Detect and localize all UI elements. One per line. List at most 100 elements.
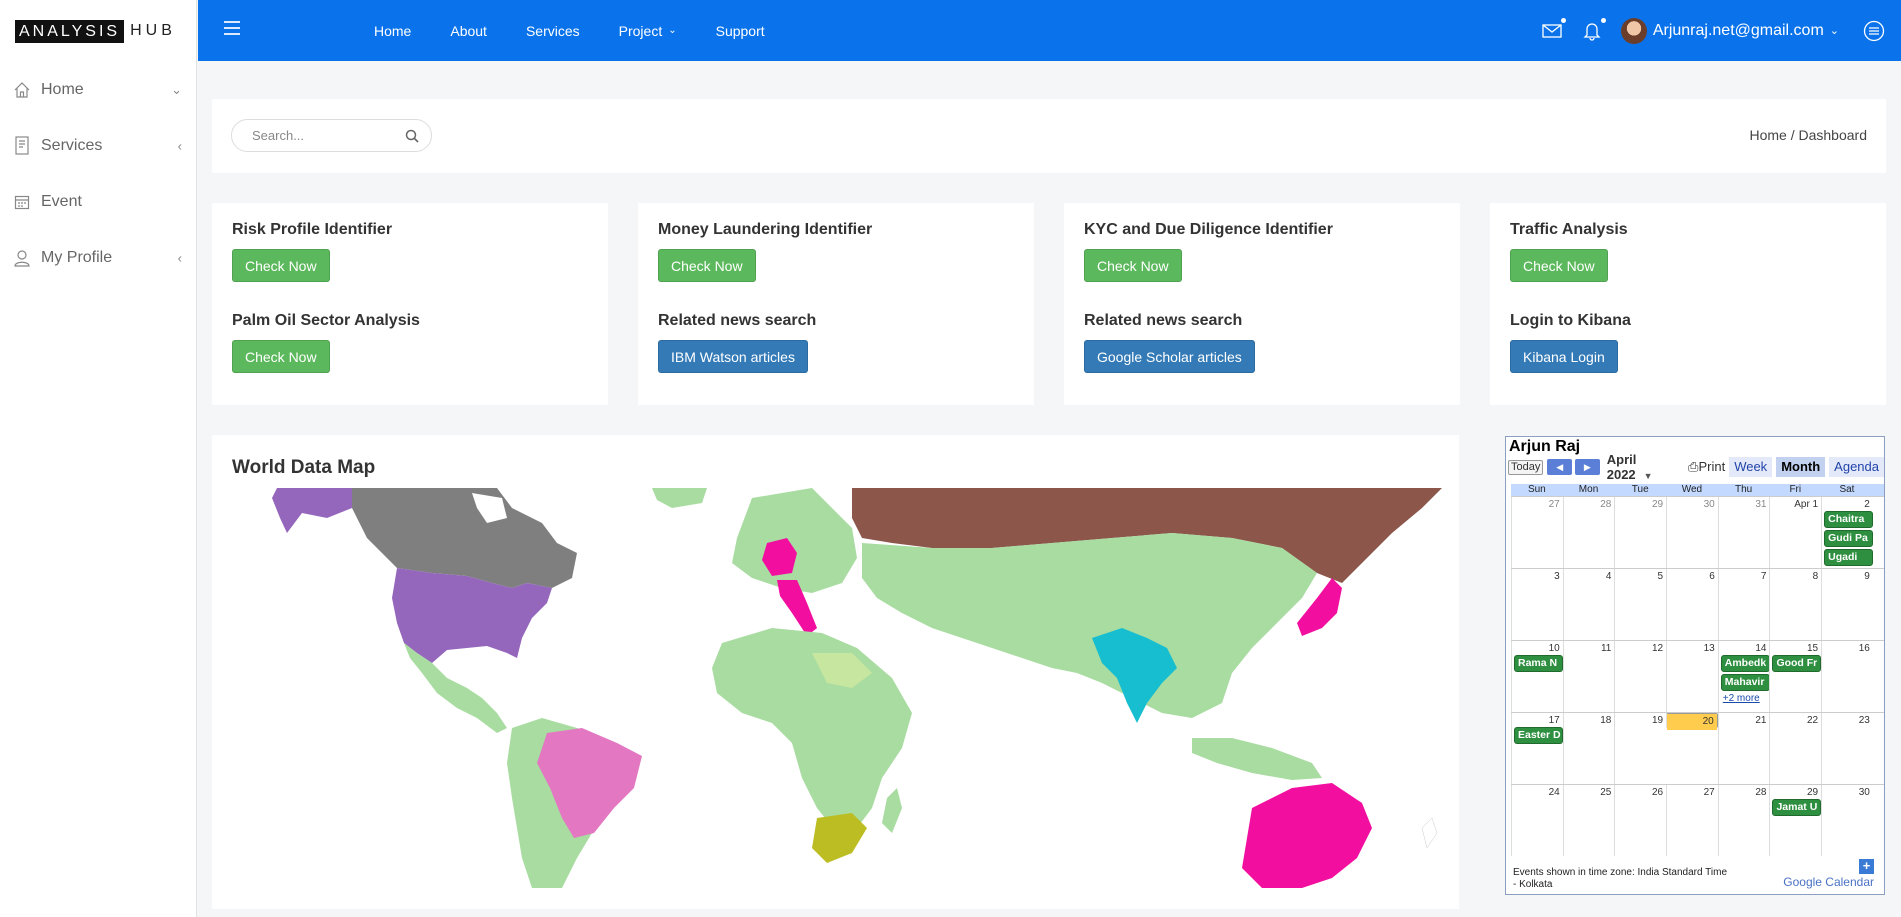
calendar-event[interactable]: Jamat U <box>1772 799 1822 816</box>
next-month-button[interactable]: ▶ <box>1575 459 1600 475</box>
calendar-day[interactable]: 11 <box>1562 641 1615 712</box>
calendar-event[interactable]: Good Fr <box>1772 655 1822 672</box>
kibana-login-button[interactable]: Kibana Login <box>1510 340 1618 373</box>
weekday: Sun <box>1527 484 1546 495</box>
calendar-day[interactable]: 27 <box>1511 497 1563 568</box>
sidebar-item-event[interactable]: Event <box>0 174 196 230</box>
user-icon <box>12 248 32 268</box>
day-number: 5 <box>1657 571 1664 582</box>
calendar-event[interactable]: Gudi Pa <box>1824 530 1874 547</box>
google-calendar-label: Google Calendar <box>1783 875 1874 889</box>
search-input[interactable] <box>252 128 402 143</box>
kyc-check-button[interactable]: Check Now <box>1084 249 1182 282</box>
day-number: 7 <box>1760 571 1767 582</box>
day-number: 18 <box>1600 715 1612 726</box>
calendar-day[interactable]: 12 <box>1614 641 1666 712</box>
day-number: 23 <box>1858 715 1870 726</box>
nav-project[interactable]: Project ⌄ <box>619 23 677 39</box>
sidebar-item-services[interactable]: Services ‹ <box>0 118 196 174</box>
calendar-day[interactable]: 13 <box>1666 641 1718 712</box>
tool-title: Related news search <box>658 312 817 329</box>
calendar-event[interactable]: Mahavir <box>1720 674 1770 691</box>
calendar-day[interactable]: 21 <box>1717 713 1770 784</box>
calendar-event[interactable]: Easter D <box>1514 727 1563 744</box>
calendar-day[interactable]: 30 <box>1666 497 1718 568</box>
calendar-day[interactable]: 17 Easter D <box>1511 713 1563 784</box>
menu-icon[interactable] <box>224 21 240 39</box>
nav-home[interactable]: Home <box>374 23 411 39</box>
world-map-card: World Data Map <box>212 435 1459 909</box>
sidebar-item-my-profile[interactable]: My Profile ‹ <box>0 230 196 286</box>
day-number: 22 <box>1807 715 1819 726</box>
sidebar-item-home[interactable]: Home ⌄ <box>0 62 196 118</box>
calendar-day[interactable]: 26 <box>1614 785 1666 856</box>
prev-month-button[interactable]: ◀ <box>1547 459 1573 475</box>
calendar-day[interactable]: 29 <box>1614 497 1666 568</box>
ibm-watson-button[interactable]: IBM Watson articles <box>658 340 808 373</box>
tab-month[interactable]: Month <box>1776 457 1826 477</box>
calendar-day[interactable]: 31 <box>1717 497 1770 568</box>
calendar-day[interactable]: 25 <box>1562 785 1615 856</box>
add-calendar-button[interactable]: + <box>1859 859 1874 874</box>
tab-agenda[interactable]: Agenda <box>1829 457 1884 477</box>
top-nav: Home About Services Project ⌄ Support <box>374 0 804 61</box>
calendar-event[interactable]: Chaitra <box>1824 511 1874 528</box>
calendar-day[interactable]: 16 <box>1821 641 1873 712</box>
google-calendar-logo[interactable]: Google Calendar <box>1783 875 1874 889</box>
calendar-day[interactable]: 3 <box>1511 569 1563 640</box>
calendar-week: 3 4 5 6 7 8 9 <box>1511 568 1884 640</box>
calendar-day[interactable]: 24 <box>1511 785 1563 856</box>
nav-support[interactable]: Support <box>716 23 765 39</box>
calendar-day[interactable]: 27 <box>1666 785 1718 856</box>
calendar-day[interactable]: 6 <box>1666 569 1718 640</box>
world-map[interactable] <box>232 488 1442 888</box>
tab-week[interactable]: Week <box>1729 457 1773 477</box>
calendar-day[interactable]: 19 <box>1614 713 1666 784</box>
bell-icon[interactable] <box>1581 17 1606 42</box>
calendar-day[interactable]: 22 <box>1769 713 1821 784</box>
today-button[interactable]: Today <box>1508 459 1544 475</box>
day-number: 29 <box>1651 499 1664 510</box>
traffic-check-button[interactable]: Check Now <box>1510 249 1608 282</box>
risk-profile-check-button[interactable]: Check Now <box>232 249 330 282</box>
calendar-day[interactable]: 28 <box>1717 785 1770 856</box>
palm-oil-check-button[interactable]: Check Now <box>232 340 330 373</box>
print-button[interactable]: ⎙Print <box>1688 459 1725 475</box>
calendar-event[interactable]: Ugadi <box>1824 549 1874 566</box>
calendar-day[interactable]: 15 Good Fr <box>1769 641 1822 712</box>
money-laundering-check-button[interactable]: Check Now <box>658 249 756 282</box>
search-icon[interactable] <box>405 129 419 148</box>
calendar-day[interactable]: 9 <box>1821 569 1873 640</box>
calendar-day[interactable]: 30 <box>1821 785 1873 856</box>
calendar-day[interactable]: 2 Chaitra Gudi Pa Ugadi <box>1821 497 1874 568</box>
calendar-owner: Arjun Raj <box>1509 438 1581 455</box>
mail-icon[interactable] <box>1541 17 1566 42</box>
calendar-day[interactable]: 29 Jamat U <box>1769 785 1822 856</box>
calendar-event[interactable]: Rama N <box>1514 655 1563 672</box>
logo[interactable]: ANALYSIS HUB <box>0 0 196 62</box>
map-region-asia <box>862 533 1317 718</box>
avatar[interactable] <box>1620 17 1647 44</box>
nav-about[interactable]: About <box>450 23 487 39</box>
calendar-day[interactable]: 7 <box>1717 569 1770 640</box>
calendar-day[interactable]: 8 <box>1769 569 1821 640</box>
calendar-day[interactable]: 4 <box>1562 569 1615 640</box>
calendar-day[interactable]: 18 <box>1562 713 1615 784</box>
calendar-day[interactable]: 28 <box>1562 497 1615 568</box>
calendar-day[interactable]: 14 Ambedk Mahavir +2 more <box>1717 641 1770 712</box>
month-selector[interactable]: April 2022 ▼ <box>1607 452 1674 482</box>
calendar-day[interactable]: 5 <box>1614 569 1666 640</box>
print-label: Print <box>1698 459 1726 474</box>
settings-menu-icon[interactable] <box>1863 20 1885 42</box>
day-number: 12 <box>1651 643 1664 654</box>
calendar-day[interactable]: Apr 1 <box>1769 497 1821 568</box>
nav-services[interactable]: Services <box>526 23 580 39</box>
calendar-day[interactable]: 23 <box>1821 713 1873 784</box>
map-region-new-zealand <box>1421 817 1438 849</box>
calendar-event[interactable]: Ambedk <box>1720 655 1770 672</box>
more-events-link[interactable]: +2 more <box>1723 693 1760 704</box>
user-menu[interactable]: Arjunraj.net@gmail.com ⌄ <box>1653 22 1839 40</box>
calendar-day-today[interactable]: 20 <box>1666 713 1718 730</box>
google-scholar-button[interactable]: Google Scholar articles <box>1084 340 1255 373</box>
calendar-day[interactable]: 10 Rama N <box>1511 641 1563 712</box>
